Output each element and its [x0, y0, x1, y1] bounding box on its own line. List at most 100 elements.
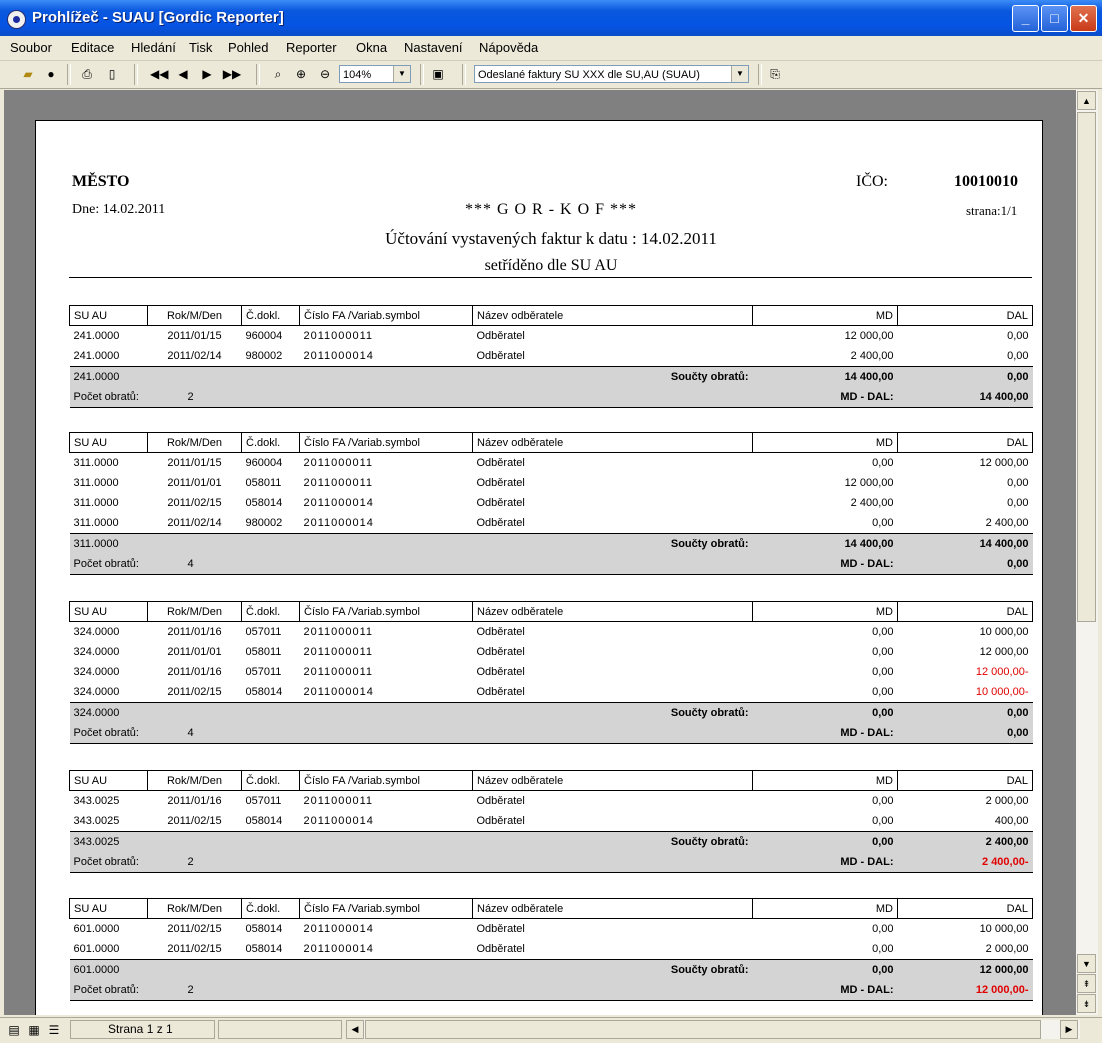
first-page-icon[interactable]: ◀◀ [150, 65, 168, 84]
cell-fa: 2011000011 [303, 457, 374, 469]
cell-name: Odběratel [476, 350, 525, 362]
h-scroll-thumb[interactable] [365, 1020, 1041, 1039]
menu-okna[interactable]: Okna [356, 40, 387, 55]
cell-su: 311.0000 [73, 457, 119, 469]
cell-dal: 10 000,00- [975, 686, 1029, 698]
chevron-down-icon[interactable]: ▼ [731, 66, 748, 82]
cell-dal: 0,00 [1007, 330, 1029, 342]
cell-date: 2011/02/15 [167, 686, 222, 698]
col-dal-header: DAL [897, 432, 1033, 453]
horizontal-scrollbar[interactable]: ◀ ▶ [346, 1020, 1080, 1039]
menu-editace[interactable]: Editace [71, 40, 114, 55]
table-header-row: SU AU Rok/M/Den Č.dokl. Číslo FA /Variab.sy… [69, 770, 1033, 791]
menu-napoveda[interactable]: Nápověda [479, 40, 538, 55]
menu-nastaveni[interactable]: Nastavení [404, 40, 463, 55]
menu-tisk[interactable]: Tisk [189, 40, 212, 55]
count-label: Počet obratů: [69, 723, 148, 744]
cell-date: 2011/01/16 [167, 795, 222, 807]
menu-hledani[interactable]: Hledání [131, 40, 176, 55]
scroll-right-icon[interactable]: ▶ [1060, 1020, 1078, 1039]
account-group: SU AU Rok/M/Den Č.dokl. Číslo FA /Variab.sy… [69, 432, 1033, 575]
table-header-row: SU AU Rok/M/Den Č.dokl. Číslo FA /Variab.sy… [69, 432, 1033, 453]
save-icon[interactable]: ▣ [430, 65, 446, 84]
count-label: Počet obratů: [69, 852, 148, 873]
cell-su: 311.0000 [73, 517, 119, 529]
cell-date: 2011/01/01 [167, 646, 222, 658]
minimize-button[interactable]: _ [1012, 5, 1039, 32]
print-preview-icon[interactable]: ▯ [104, 65, 120, 84]
next-page-icon[interactable]: ▶ [200, 65, 214, 84]
cell-dal: 10 000,00 [979, 923, 1029, 935]
cell-md: 0,00 [872, 923, 894, 935]
zoom-out-icon[interactable]: ⊖ [317, 65, 333, 84]
open-folder-icon[interactable]: ▰ [20, 65, 36, 84]
col-date-header: Rok/M/Den [147, 898, 242, 919]
col-name-header: Název odběratele [472, 601, 753, 622]
print-icon[interactable]: ⎙ [78, 65, 96, 84]
cell-dal: 10 000,00 [979, 626, 1029, 638]
last-page-icon[interactable]: ▶▶ [222, 65, 242, 84]
cell-fa: 2011000014 [303, 815, 374, 827]
col-md-header: MD [752, 601, 898, 622]
cell-name: Odběratel [476, 923, 525, 935]
cell-md: 0,00 [872, 666, 894, 678]
col-doc-header: Č.dokl. [241, 770, 300, 791]
cell-date: 2011/01/16 [167, 626, 222, 638]
count-label: Počet obratů: [69, 387, 148, 408]
cell-doc: 058014 [245, 815, 283, 827]
vertical-scrollbar[interactable]: ▲ ▼ ⇞ ⇟ [1076, 90, 1098, 1015]
cell-date: 2011/02/15 [167, 815, 222, 827]
cell-doc: 057011 [245, 626, 282, 638]
cell-date: 2011/01/01 [167, 477, 222, 489]
single-page-icon[interactable]: ▤ [6, 1021, 22, 1040]
scroll-down-icon[interactable]: ▼ [1077, 954, 1096, 973]
account-table: SU AU Rok/M/Den Č.dokl. Číslo FA /Variab.sy… [69, 770, 1033, 873]
dot-icon[interactable]: ● [44, 65, 58, 84]
scroll-thumb[interactable] [1077, 112, 1096, 622]
scroll-left-icon[interactable]: ◀ [346, 1020, 364, 1039]
cell-md: 0,00 [872, 646, 894, 658]
menu-pohled[interactable]: Pohled [228, 40, 268, 55]
list-view-icon[interactable]: ☰ [46, 1021, 62, 1040]
col-date-header: Rok/M/Den [147, 305, 242, 326]
multi-page-icon[interactable]: ▦ [26, 1021, 42, 1040]
table-row: 343.0025 2011/02/15 058014 2011000014 Odběra… [70, 811, 1033, 832]
next-page-scroll-icon[interactable]: ⇟ [1077, 994, 1096, 1013]
table-row: 324.0000 2011/01/01 058011 2011000011 Odběra… [70, 642, 1033, 662]
sum-label: Součty obratů: [472, 702, 753, 723]
report-select[interactable]: Odeslané faktury SU XXX dle SU,AU (SUAU)… [474, 65, 749, 83]
separator [420, 64, 424, 85]
account-group: SU AU Rok/M/Den Č.dokl. Číslo FA /Variab.sy… [69, 898, 1033, 1001]
group-su: 343.0025 [69, 831, 148, 852]
window-title: Prohlížeč - SUAU [Gordic Reporter] [32, 9, 284, 26]
zoom-in-icon[interactable]: ⊕ [293, 65, 309, 84]
cell-md: 0,00 [872, 795, 894, 807]
col-dal-header: DAL [897, 770, 1033, 791]
cell-dal: 2 400,00 [985, 517, 1029, 529]
report-viewer: MĚSTO IČO: 10010010 Dne: 14.02.2011 *** … [4, 90, 1076, 1015]
prev-page-scroll-icon[interactable]: ⇞ [1077, 974, 1096, 993]
chevron-down-icon[interactable]: ▼ [393, 66, 410, 82]
sum-md: 0,00 [752, 831, 898, 852]
scroll-up-icon[interactable]: ▲ [1077, 91, 1096, 110]
zoom-select[interactable]: 104% ▼ [339, 65, 411, 83]
col-name-header: Název odběratele [472, 432, 753, 453]
app-eye-icon[interactable] [7, 10, 26, 29]
maximize-button[interactable]: □ [1041, 5, 1068, 32]
col-doc-header: Č.dokl. [241, 601, 300, 622]
prev-page-icon[interactable]: ◀ [176, 65, 190, 84]
cell-su: 343.0025 [73, 815, 120, 827]
menu-reporter[interactable]: Reporter [286, 40, 337, 55]
cell-date: 2011/01/15 [167, 457, 222, 469]
export-icon[interactable]: ⎘ [766, 65, 784, 84]
cell-dal: 12 000,00 [979, 457, 1029, 469]
cell-date: 2011/01/15 [167, 330, 222, 342]
diff-label: MD - DAL: [752, 980, 898, 1001]
col-name-header: Název odběratele [472, 898, 753, 919]
cell-dal: 0,00 [1007, 497, 1029, 509]
cell-fa: 2011000014 [303, 686, 374, 698]
close-button[interactable]: ✕ [1070, 5, 1097, 32]
zoom-icon[interactable]: ⌕ [270, 65, 286, 84]
cell-name: Odběratel [476, 330, 525, 342]
menu-soubor[interactable]: Soubor [10, 40, 52, 55]
